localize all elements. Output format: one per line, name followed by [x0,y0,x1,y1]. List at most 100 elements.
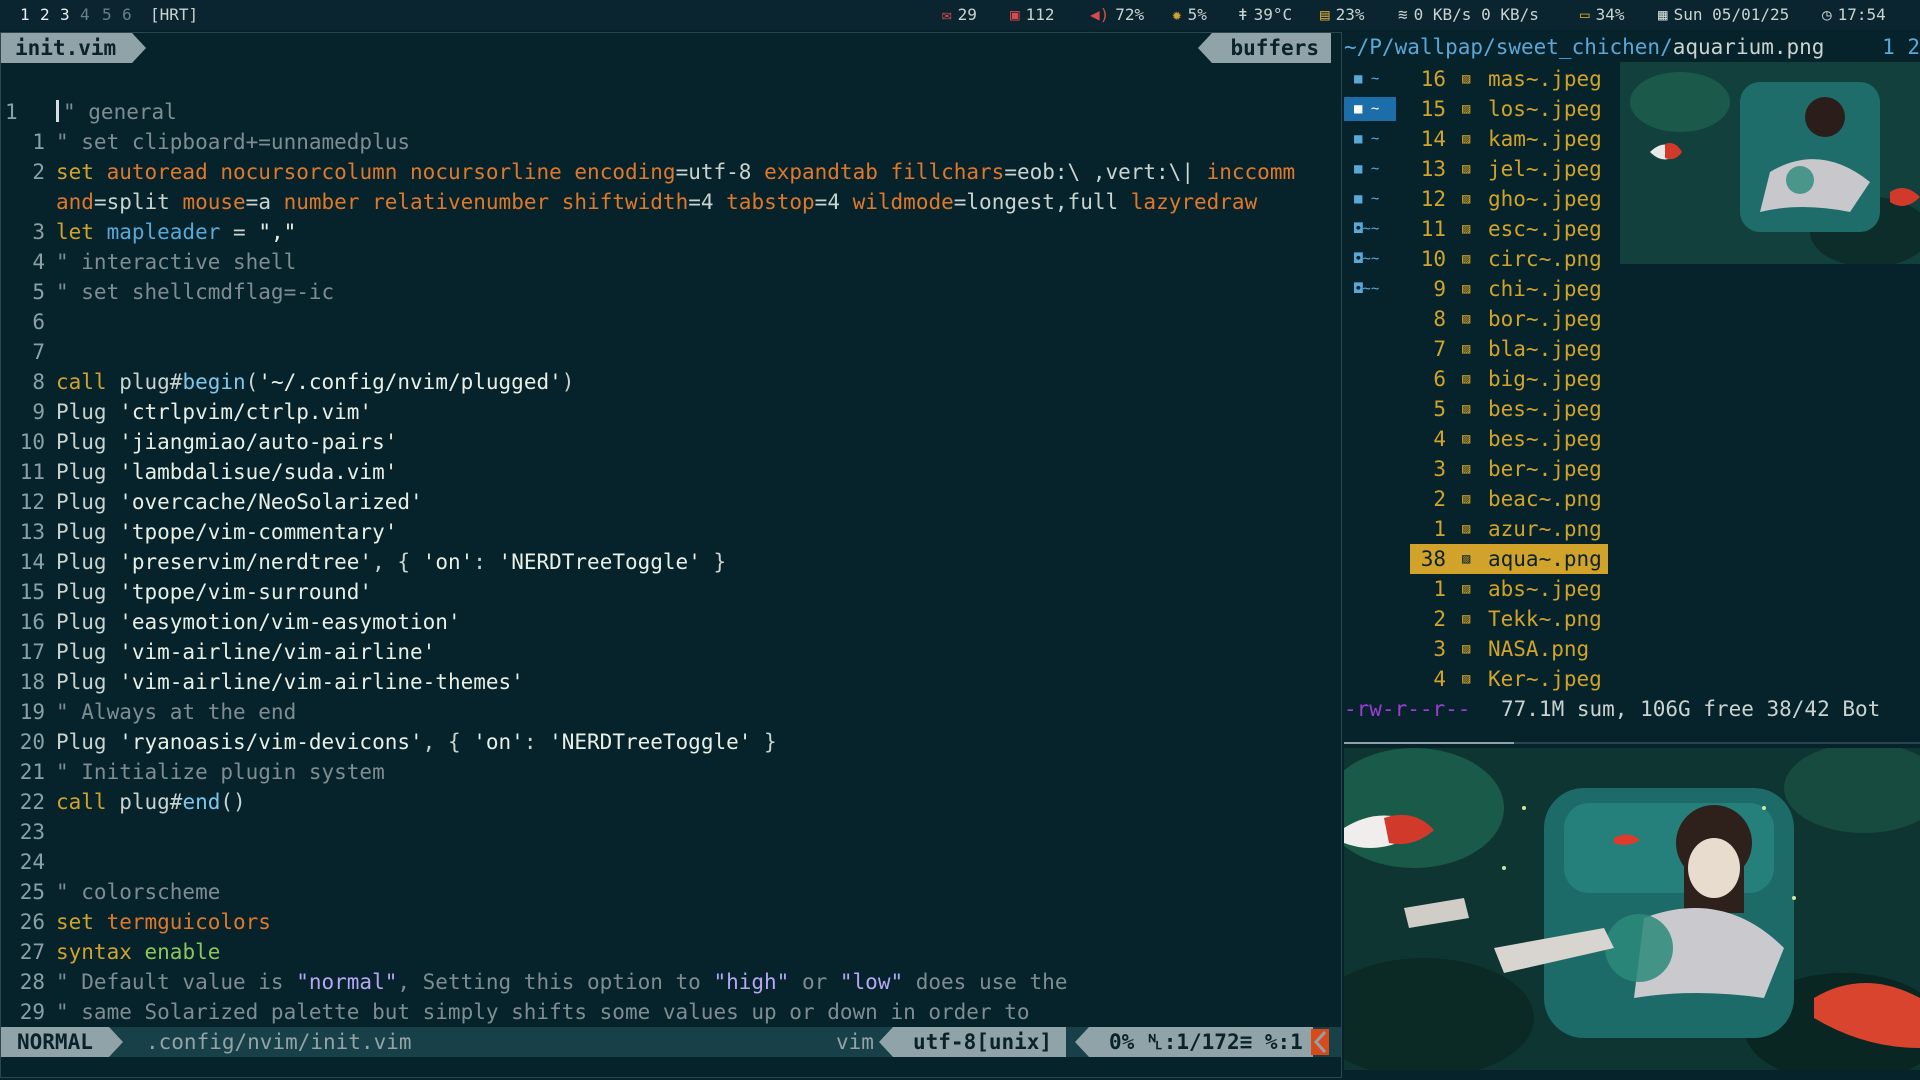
code-line[interactable]: 1 " set clipboard+=unnamedplus [1,127,1343,157]
vim-editor-pane[interactable]: init.vim buffers 1 " general 1 " set clipbo… [0,32,1342,1078]
line-text: Plug 'ryanoasis/vim-devicons', { 'on': '… [56,727,777,757]
code-line[interactable]: 9 Plug 'ctrlpvim/ctrlp.vim' [1,397,1343,427]
line-number: 17 [19,640,45,664]
code-line[interactable]: 11 Plug 'lambdalisue/suda.vim' [1,457,1343,487]
file-name: azur~.png [1488,517,1602,541]
file-row[interactable]: 8 ▨ bor~.jpeg [1344,304,1608,334]
file-row[interactable]: 7 ▨ bla~.jpeg [1344,334,1608,364]
code-token: 'on' [422,550,474,574]
code-line[interactable]: 15 Plug 'tpope/vim-surround' [1,577,1343,607]
code-line[interactable]: 17 Plug 'vim-airline/vim-airline' [1,637,1343,667]
workspace-3[interactable]: 3 [60,0,70,30]
image-file-icon: ▨ [1462,161,1471,177]
code-token: Plug [56,610,120,634]
line-text: Plug 'tpope/vim-surround' [56,577,372,607]
file-row[interactable]: 2 ▨ beac~.png [1344,484,1608,514]
code-line[interactable]: 16 Plug 'easymotion/vim-easymotion' [1,607,1343,637]
code-line[interactable]: 22 call plug#end() [1,787,1343,817]
line-number: 3 [32,220,45,244]
code-line[interactable]: 21 " Initialize plugin system [1,757,1343,787]
file-row[interactable]: ■ ~ 16 ▨ mas~.jpeg [1344,64,1608,94]
code-line[interactable]: 1 " general [1,97,1343,127]
battery-status: ▭ 34% [1580,5,1625,24]
code-line[interactable]: 13 Plug 'tpope/vim-commentary' [1,517,1343,547]
tab-init-vim[interactable]: init.vim [1,33,147,63]
file-index: 38 [1420,547,1446,571]
code-token: Plug [56,430,120,454]
file-row[interactable]: 38 ▨ aqua~.png [1344,544,1608,574]
file-row[interactable]: ■ ~ 13 ▨ jel~.jpeg [1344,154,1608,184]
code-line[interactable]: 27 syntax enable [1,937,1343,967]
file-name: los~.jpeg [1488,97,1602,121]
workspace-1[interactable]: 1 [20,0,30,30]
code-line[interactable]: 26 set termguicolors [1,907,1343,937]
file-name: kam~.jpeg [1488,127,1602,151]
code-line[interactable]: 18 Plug 'vim-airline/vim-airline-themes' [1,667,1343,697]
code-line[interactable]: 19 " Always at the end [1,697,1343,727]
code-line[interactable]: 2 set autoread nocursorcolumn nocursorlin… [1,157,1343,187]
file-row[interactable]: ◘~~ 9 ▨ chi~.jpeg [1344,274,1608,304]
workspace-4[interactable]: 4 [80,0,90,30]
file-row[interactable]: 2 ▨ Tekk~.png [1344,604,1608,634]
code-line[interactable]: 10 Plug 'jiangmiao/auto-pairs' [1,427,1343,457]
workspace-5[interactable]: 5 [102,0,112,30]
line-number: 13 [19,520,45,544]
code-line[interactable]: 29 " same Solarized palette but simply sh… [1,997,1343,1027]
code-token: set [56,910,107,934]
workspace-6[interactable]: 6 [122,0,132,30]
line-text: Plug 'preservim/nerdtree', { 'on': 'NERD… [56,547,726,577]
image-file-icon: ▨ [1462,611,1471,627]
file-row[interactable]: 1 ▨ abs~.jpeg [1344,574,1608,604]
file-name: big~.jpeg [1488,367,1602,391]
file-row[interactable]: ■ ~ 12 ▨ gho~.jpeg [1344,184,1608,214]
workspace-2[interactable]: 2 [40,0,50,30]
code-token: inccomm [1206,160,1296,184]
file-row[interactable]: ◘~~ 10 ▨ circ~.png [1344,244,1608,274]
code-line[interactable]: 25 " colorscheme [1,877,1343,907]
code-line[interactable]: 8 call plug#begin('~/.config/nvim/plugged… [1,367,1343,397]
line-number: 26 [19,910,45,934]
code-line[interactable]: and=split mouse=a number relativenumber … [1,187,1343,217]
git-status-tag: ■ ~ [1354,161,1380,177]
code-line[interactable]: 7 [1,337,1343,367]
file-row[interactable]: 6 ▨ big~.jpeg [1344,364,1608,394]
file-index: 4 [1433,427,1446,451]
code-token: 'tpope/vim-commentary' [119,520,398,544]
file-manager-pane[interactable]: ~/P/wallpap/sweet_chichen/aquarium.png 1… [1344,32,1920,742]
code-line[interactable]: 24 [1,847,1343,877]
code-line[interactable]: 6 [1,307,1343,337]
image-file-icon: ▨ [1462,251,1471,267]
line-text: " general [56,97,177,127]
code-line[interactable]: 23 [1,817,1343,847]
file-row[interactable]: 1 ▨ azur~.png [1344,514,1608,544]
file-row[interactable]: ■ ~ 15 ▨ los~.jpeg [1344,94,1608,124]
file-row[interactable]: 5 ▨ bes~.jpeg [1344,394,1608,424]
code-line[interactable]: 12 Plug 'overcache/NeoSolarized' [1,487,1343,517]
file-row[interactable]: 3 ▨ ber~.jpeg [1344,454,1608,484]
code-token: tabstop [726,190,815,214]
code-token: Plug [56,670,120,694]
line-text: set termguicolors [56,907,271,937]
file-index: 2 [1433,607,1446,631]
tab-buffers-label[interactable]: buffers [1198,33,1331,63]
line-text: Plug 'jiangmiao/auto-pairs' [56,427,397,457]
code-line[interactable]: 28 " Default value is "normal", Setting t… [1,967,1343,997]
file-row[interactable]: ◘~~ 11 ▨ esc~.jpeg [1344,214,1608,244]
file-row[interactable]: 4 ▨ Ker~.jpeg [1344,664,1608,694]
file-row[interactable]: 3 ▨ NASA.png [1344,634,1608,664]
file-name: NASA.png [1488,637,1590,661]
code-line[interactable]: 14 Plug 'preservim/nerdtree', { 'on': 'NE… [1,547,1343,577]
file-row[interactable]: ■ ~ 14 ▨ kam~.jpeg [1344,124,1608,154]
code-line[interactable]: 5 " set shellcmdflag=-ic [1,277,1343,307]
code-line[interactable]: 20 Plug 'ryanoasis/vim-devicons', { 'on':… [1,727,1343,757]
file-index: 1 [1433,577,1446,601]
code-token: = [220,220,259,244]
code-line[interactable]: 3 let mapleader = "," [1,217,1343,247]
file-list[interactable]: ■ ~16 ▨ mas~.jpeg ■ ~15 ▨ los~.jpeg ■ ~14 ▨ kam~… [1344,64,1608,694]
clock-icon: ◷ [1822,5,1832,24]
fm-tabs[interactable]: 1 2 [1882,32,1920,62]
code-area[interactable]: 1 " general 1 " set clipboard+=unnamedplus 2… [1,97,1343,1027]
file-row[interactable]: 4 ▨ bes~.jpeg [1344,424,1608,454]
code-line[interactable]: 4 " interactive shell [1,247,1343,277]
calendar-icon: ▦ [1658,5,1668,24]
